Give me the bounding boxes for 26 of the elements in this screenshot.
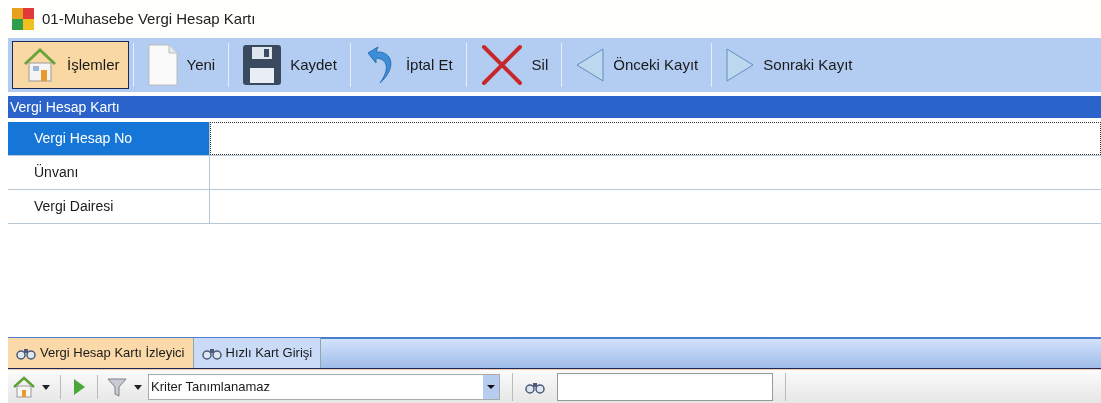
toolbar-button[interactable]: Sonraki Kayıt bbox=[716, 41, 862, 89]
close-icon bbox=[479, 43, 524, 87]
toolbar-button[interactable]: İptal Et bbox=[354, 41, 462, 89]
toolbar-button[interactable]: Önceki Kayıt bbox=[566, 41, 708, 89]
panel-header: Vergi Hesap Kartı bbox=[8, 96, 1101, 118]
criteria-dropdown[interactable]: Kriter Tanımlanamaz bbox=[148, 373, 500, 400]
binoculars-icon bbox=[201, 346, 222, 360]
toolbar-button[interactable]: Kaydet bbox=[233, 41, 346, 89]
app-logo-icon bbox=[12, 8, 34, 30]
document-icon bbox=[146, 43, 179, 87]
caret-icon bbox=[486, 383, 496, 390]
caret-icon[interactable] bbox=[40, 382, 52, 391]
left-triangle-icon bbox=[575, 47, 606, 83]
binoculars-icon bbox=[16, 346, 36, 360]
tab[interactable]: Hızlı Kart Girişi bbox=[193, 338, 322, 368]
toolbar-button[interactable]: Yeni bbox=[137, 41, 225, 89]
toolbar-button[interactable]: İşlemler bbox=[12, 41, 129, 89]
window-title: 01-Muhasebe Vergi Hesap Kartı bbox=[42, 8, 256, 29]
right-triangle-icon bbox=[725, 47, 756, 83]
property-value-field[interactable] bbox=[210, 122, 1101, 155]
caret-icon[interactable] bbox=[132, 382, 144, 391]
toolbar-button[interactable]: Sil bbox=[470, 41, 558, 89]
tab[interactable]: Vergi Hesap Kartı İzleyici bbox=[8, 338, 194, 368]
search-field[interactable] bbox=[557, 372, 773, 401]
property-label[interactable]: Vergi Hesap No bbox=[8, 122, 210, 155]
house-icon bbox=[21, 46, 59, 84]
